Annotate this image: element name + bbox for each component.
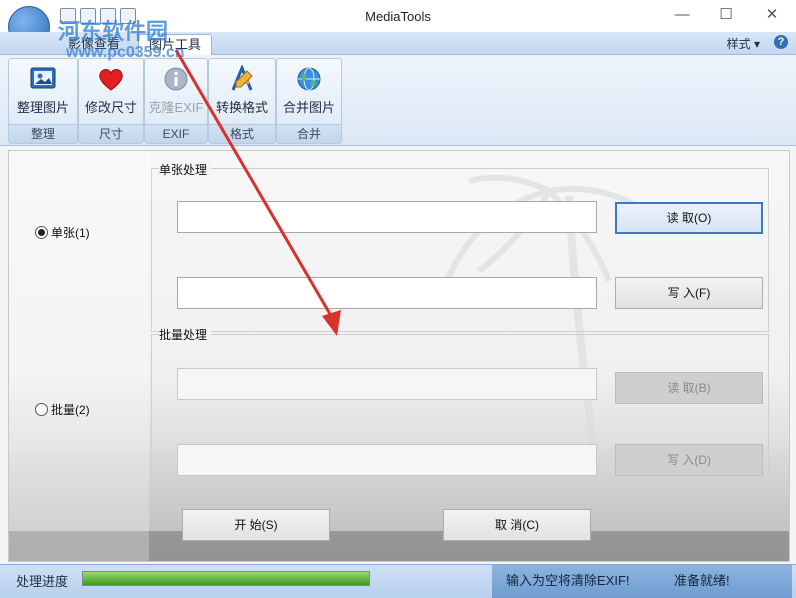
ribbon-group-organize: 整理图片 整理: [8, 58, 78, 144]
clone-exif-button[interactable]: 克隆EXIF: [143, 63, 209, 121]
app-window: MediaTools — ☐ ✕ 影像查看 图片工具 样式 ▾ ? 整理图片 整…: [0, 0, 796, 598]
organize-images-button[interactable]: 整理图片: [10, 63, 76, 121]
single-read-button[interactable]: 读 取(O): [615, 202, 763, 234]
start-button[interactable]: 开 始(S): [182, 509, 330, 541]
ribbon-group-merge: 合并图片 合并: [276, 58, 342, 144]
ribbon-tab-strip: 影像查看 图片工具 样式 ▾ ?: [0, 32, 796, 55]
minimize-button[interactable]: —: [660, 2, 704, 28]
resize-label: 修改尺寸: [84, 100, 137, 115]
batch-group-title: 批量处理: [159, 326, 212, 343]
convert-format-label: 转换格式: [215, 100, 268, 115]
group-label-exif: EXIF: [145, 124, 207, 143]
progress-label: 处理进度: [16, 574, 69, 589]
globe-icon: [294, 65, 324, 93]
organize-images-label: 整理图片: [16, 100, 69, 115]
batch-write-button[interactable]: 写 入(D): [615, 444, 763, 476]
cancel-button[interactable]: 取 消(C): [443, 509, 591, 541]
batch-read-button[interactable]: 读 取(B): [615, 372, 763, 404]
pencil-ruler-icon: [227, 64, 257, 93]
radio-single[interactable]: 单张(1): [35, 224, 90, 241]
ribbon-group-size: 修改尺寸 尺寸: [78, 58, 144, 144]
status-message-panel: 输入为空将清除EXIF! 准备就绪!: [492, 565, 792, 598]
single-write-button[interactable]: 写 入(F): [615, 277, 763, 309]
group-label-format: 格式: [209, 124, 275, 143]
ribbon: 整理图片 整理 修改尺寸 尺寸 克隆EXIF EXIF 转换格式 格式 合并图片…: [0, 55, 796, 146]
progress-bar: [82, 571, 370, 586]
style-menu[interactable]: 样式 ▾: [727, 35, 760, 52]
status-bar: 处理进度 输入为空将清除EXIF! 准备就绪!: [0, 564, 796, 598]
radio-batch-indicator[interactable]: [35, 403, 48, 416]
convert-format-button[interactable]: 转换格式: [209, 63, 275, 121]
maximize-button[interactable]: ☐: [704, 2, 748, 28]
tab-image-tools[interactable]: 图片工具: [138, 34, 213, 55]
single-source-field[interactable]: [177, 201, 597, 233]
clone-exif-label: 克隆EXIF: [148, 100, 204, 115]
merge-images-label: 合并图片: [282, 100, 335, 115]
group-label-size: 尺寸: [79, 124, 143, 143]
main-panel: 单张(1) 批量(2) 单张处理 读 取(O) 写 入(F) 批量处理 读 取(…: [8, 150, 790, 562]
progress-fill: [83, 572, 369, 585]
radio-single-label: 单张(1): [51, 226, 90, 240]
ribbon-group-format: 转换格式 格式: [208, 58, 276, 144]
image-icon: [28, 65, 58, 93]
title-bar: MediaTools — ☐ ✕: [0, 0, 796, 48]
merge-images-button[interactable]: 合并图片: [276, 63, 342, 121]
single-group-title: 单张处理: [159, 161, 212, 178]
ribbon-group-exif: 克隆EXIF EXIF: [144, 58, 208, 144]
batch-target-field[interactable]: [177, 444, 597, 476]
resize-button[interactable]: 修改尺寸: [78, 63, 144, 121]
radio-batch-label: 批量(2): [51, 403, 90, 417]
close-button[interactable]: ✕: [750, 2, 794, 28]
status-state: 准备就绪!: [674, 573, 730, 588]
radio-batch[interactable]: 批量(2): [35, 401, 90, 418]
heart-icon: [96, 65, 126, 93]
group-label-merge: 合并: [277, 124, 341, 143]
info-icon: [161, 65, 191, 93]
mode-panel: [9, 151, 149, 561]
tab-image-viewer[interactable]: 影像查看: [58, 34, 130, 54]
status-message: 输入为空将清除EXIF!: [506, 573, 630, 588]
radio-single-indicator[interactable]: [35, 226, 48, 239]
single-target-field[interactable]: [177, 277, 597, 309]
batch-source-field[interactable]: [177, 368, 597, 400]
group-label-organize: 整理: [9, 124, 77, 143]
help-icon[interactable]: ?: [774, 35, 788, 49]
